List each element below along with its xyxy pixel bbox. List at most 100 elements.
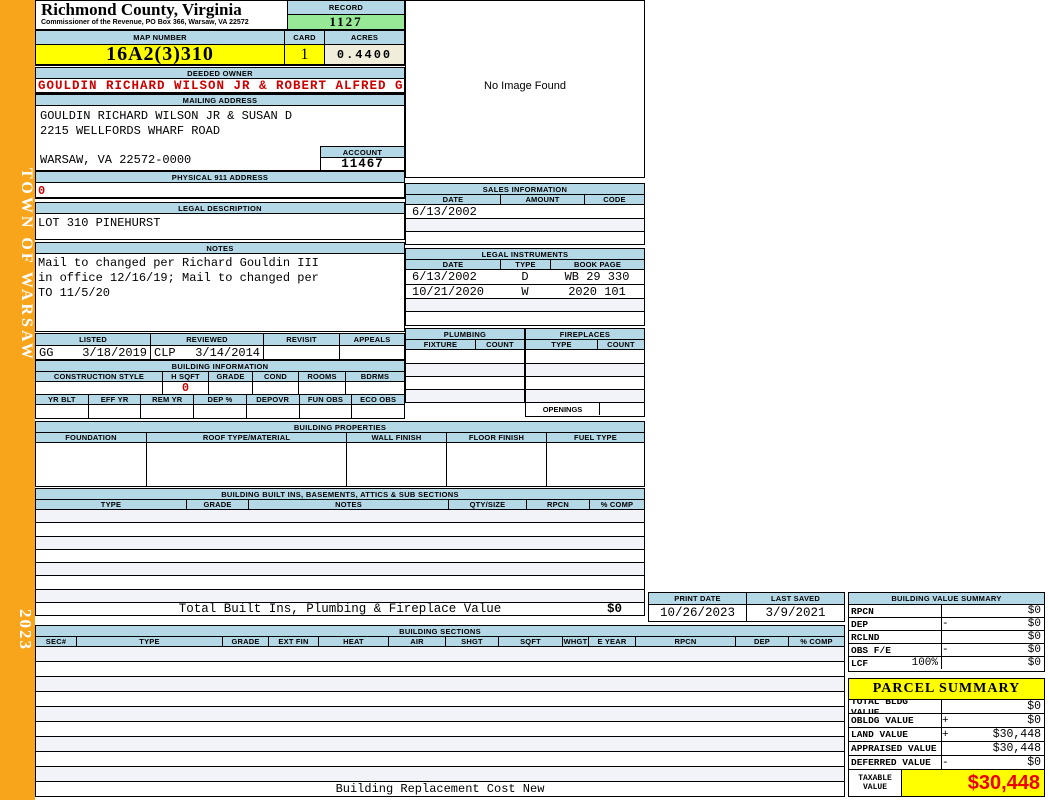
col-eff-yr: EFF YR [87, 395, 141, 404]
sale-code [584, 205, 644, 218]
mailing-line-3: WARSAW, VA 22572-0000 [40, 153, 192, 167]
floor-finish-value[interactable] [446, 443, 546, 486]
bvs-op: - [942, 644, 949, 656]
grade-value[interactable] [208, 382, 252, 394]
reviewed-value[interactable]: CLP 3/14/2014 [150, 346, 263, 359]
cond-value[interactable] [252, 382, 298, 394]
col-whgt: WHGT [562, 637, 588, 646]
sales-title: SALES INFORMATION [406, 184, 644, 194]
card-value[interactable]: 1 [284, 45, 324, 64]
notes-field[interactable]: Mail to changed per Richard Gouldin III … [36, 253, 404, 331]
built-ins-panel: BUILDING BUILT INS, BASEMENTS, ATTICS & … [35, 488, 645, 616]
empty-row [406, 298, 644, 311]
parcel-label: LAND VALUE [851, 729, 909, 740]
col-sale-date: DATE [406, 195, 500, 204]
col-sqft: SQFT [498, 637, 562, 646]
bvs-label: DEP [851, 618, 869, 630]
openings-value[interactable] [599, 403, 644, 415]
built-ins-title: BUILDING BUILT INS, BASEMENTS, ATTICS & … [36, 489, 644, 499]
col-qty-size: QTY/SIZE [448, 500, 526, 509]
bvs-row-rclnd: RCLND $0 [849, 630, 1044, 643]
col-ext-fin: EXT FIN [268, 637, 318, 646]
empty-row [36, 562, 644, 576]
openings-label: OPENINGS [542, 404, 583, 414]
bvs-row-dep: DEP - $0 [849, 617, 1044, 630]
wall-finish-value[interactable] [346, 443, 446, 486]
parcel-row-land: LAND VALUE + $30,448 [849, 727, 1044, 741]
bvs-label: RCLND [851, 631, 880, 643]
parcel-row-total-bldg: TOTAL BLDG VALUE $0 [849, 699, 1044, 713]
building-properties-values [36, 442, 644, 486]
building-sections-rows [36, 646, 844, 781]
col-wall-finish: WALL FINISH [346, 433, 446, 442]
col-sec-pct-comp: % COMP [788, 637, 844, 646]
revisit-label: REVISIT [263, 334, 339, 345]
instrument-type: D [521, 270, 529, 284]
fuel-type-value[interactable] [546, 443, 644, 486]
sales-row[interactable]: 6/13/2002 [406, 205, 644, 218]
sale-amount [500, 205, 584, 218]
bottom-note: Building Replacement Cost New [36, 781, 844, 796]
instrument-row[interactable]: 6/13/2002 D WB 29 330 [406, 270, 644, 284]
last-saved-value: 3/9/2021 [746, 605, 844, 621]
rooms-value[interactable] [298, 382, 345, 394]
mailing-address-field[interactable]: GOULDIN RICHARD WILSON JR & SUSAN D 2215… [36, 105, 404, 171]
col-grade: GRADE [186, 500, 248, 509]
empty-row [526, 350, 644, 363]
parcel-label: TOTAL BLDG VALUE [851, 700, 909, 713]
built-ins-total-label: Total Built Ins, Plumbing & Fireplace Va… [178, 602, 502, 616]
property-record-card: TOWN OF WARSAW 2023 Richmond County, Vir… [0, 0, 1050, 800]
listed-label: LISTED [36, 334, 150, 345]
legal-description-value[interactable]: LOT 310 PINEHURST [36, 213, 404, 239]
col-heat: HEAT [318, 637, 388, 646]
deeded-owner-value[interactable]: GOULDIN RICHARD WILSON JR & ROBERT ALFRE… [36, 78, 404, 92]
print-date-label: PRINT DATE [649, 593, 746, 604]
physical-address-value[interactable]: 0 [36, 182, 404, 197]
record-number: 1127 [288, 14, 404, 29]
parcel-value: $0 [1027, 714, 1041, 727]
col-floor-finish: FLOOR FINISH [446, 433, 546, 442]
empty-row [36, 751, 844, 766]
empty-row [526, 376, 644, 389]
instrument-row[interactable]: 10/21/2020 W 2020 101 [406, 284, 644, 298]
bvs-label: OBS F/E [851, 644, 891, 656]
building-information-title: BUILDING INFORMATION [36, 361, 404, 371]
parcel-op: + [942, 728, 949, 741]
empty-row [36, 588, 644, 602]
bvs-value: $0 [1027, 618, 1041, 630]
bvs-op: - [942, 618, 949, 630]
mailing-address-panel: MAILING ADDRESS GOULDIN RICHARD WILSON J… [35, 94, 405, 171]
acres-value[interactable]: 0.4400 [324, 45, 404, 64]
col-fun-obs: FUN OBS [298, 395, 352, 404]
empty-row [36, 766, 844, 781]
print-date-value: 10/26/2023 [659, 606, 735, 620]
parcel-op: - [942, 756, 949, 769]
instrument-date: 6/13/2002 [412, 270, 477, 284]
parcel-row-obldg: OBLDG VALUE + $0 [849, 713, 1044, 727]
col-cond: COND [252, 372, 298, 381]
col-e-year: E YEAR [588, 637, 635, 646]
parcel-value: $0 [1027, 756, 1041, 769]
account-number[interactable]: 11467 [321, 157, 404, 171]
roof-type-value[interactable] [146, 443, 346, 486]
parcel-value: $0 [1027, 700, 1041, 713]
col-notes: NOTES [248, 500, 448, 509]
foundation-value[interactable] [36, 443, 146, 486]
bvs-value: $0 [1027, 605, 1041, 617]
empty-row [36, 535, 644, 549]
empty-row [406, 363, 524, 376]
bdrms-value[interactable] [345, 382, 404, 394]
col-instrument-type: TYPE [500, 260, 550, 269]
parcel-row-appraised: APPRAISED VALUE $30,448 [849, 741, 1044, 755]
col-fireplace-count: COUNT [597, 340, 644, 349]
revisit-value[interactable] [263, 346, 339, 359]
appeals-value[interactable] [339, 346, 404, 359]
parcel-op: + [942, 714, 949, 727]
map-number-value[interactable]: 16A2(3)310 [36, 45, 284, 64]
bvs-row-rpcn: RPCN $0 [849, 604, 1044, 617]
empty-row [406, 376, 524, 389]
listed-value[interactable]: GG 3/18/2019 [36, 346, 150, 359]
construction-style-value[interactable] [36, 382, 162, 394]
hsqft-value[interactable]: 0 [162, 382, 208, 394]
empty-row [36, 676, 844, 691]
